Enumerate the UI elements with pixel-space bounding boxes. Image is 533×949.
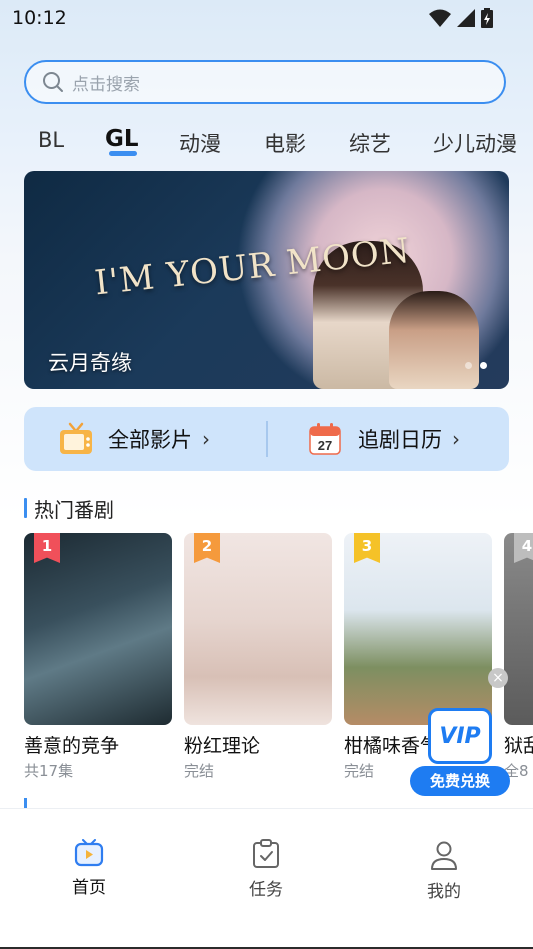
drama-poster: 2 xyxy=(184,533,332,725)
rank-badge: 4 xyxy=(514,533,533,563)
tab-bl[interactable]: BL xyxy=(38,128,64,152)
status-bar: 10:12 xyxy=(0,0,533,36)
shortcut-bar: 全部影片 › 27 追剧日历 › xyxy=(24,407,509,471)
nav-profile[interactable]: 我的 xyxy=(394,839,494,902)
section-title-hot: 热门番剧 xyxy=(24,494,114,522)
drama-card[interactable]: 2 粉红理论 完结 xyxy=(184,533,332,781)
tab-active-indicator xyxy=(109,151,137,156)
vip-exchange-widget[interactable]: × VIP 免费兑换 xyxy=(410,668,510,796)
chevron-right-icon: › xyxy=(202,427,210,451)
nav-profile-label: 我的 xyxy=(427,882,461,902)
drama-poster: 3 xyxy=(344,533,492,725)
banner-figure xyxy=(389,291,479,389)
home-tv-icon xyxy=(74,839,104,867)
drama-poster: 4 xyxy=(504,533,533,725)
carousel-indicator xyxy=(465,362,487,369)
nav-home-label: 首页 xyxy=(72,878,106,898)
calendar-day: 27 xyxy=(318,438,332,453)
drama-episodes: 完结 xyxy=(184,762,215,780)
close-icon[interactable]: × xyxy=(488,668,508,688)
status-time: 10:12 xyxy=(12,7,67,29)
drama-card[interactable]: 1 善意的竞争 共17集 xyxy=(24,533,172,781)
nav-tasks[interactable]: 任务 xyxy=(216,839,316,900)
tab-variety[interactable]: 综艺 xyxy=(349,128,391,158)
signal-icon xyxy=(457,9,475,27)
user-icon xyxy=(431,841,457,870)
next-section-title xyxy=(24,798,124,808)
drama-calendar-label: 追剧日历 xyxy=(358,428,442,452)
section-title-text: 热门番剧 xyxy=(34,497,114,522)
banner-title: 云月奇缘 xyxy=(48,351,132,375)
vip-badge: VIP xyxy=(428,708,492,764)
rank-badge: 2 xyxy=(194,533,220,563)
drama-poster: 1 xyxy=(24,533,172,725)
tab-kids-anime[interactable]: 少儿动漫 xyxy=(433,128,517,158)
rank-badge: 3 xyxy=(354,533,380,563)
carousel-dot xyxy=(465,362,472,369)
rank-badge: 1 xyxy=(34,533,60,563)
calendar-icon: 27 xyxy=(309,423,341,455)
tv-icon xyxy=(60,422,92,454)
tab-gl-label: GL xyxy=(105,126,139,152)
status-icons xyxy=(429,8,493,28)
nav-tasks-label: 任务 xyxy=(249,880,283,900)
drama-episodes: 共17集 xyxy=(24,762,74,780)
tab-anime[interactable]: 动漫 xyxy=(179,128,221,158)
chevron-right-icon: › xyxy=(452,427,460,451)
banner-carousel[interactable]: I'M YOUR MOON 云月奇缘 xyxy=(24,171,509,389)
section-marker xyxy=(24,498,27,518)
nav-home[interactable]: 首页 xyxy=(39,839,139,898)
search-input[interactable]: 点击搜索 xyxy=(24,60,506,104)
drama-calendar-button[interactable]: 27 追剧日历 › xyxy=(308,407,460,471)
category-tabs: BL GL 动漫 电影 综艺 少儿动漫 xyxy=(0,124,533,160)
wifi-icon xyxy=(429,9,451,27)
drama-title: 善意的竞争 xyxy=(24,735,120,757)
tab-movies[interactable]: 电影 xyxy=(264,128,306,158)
divider xyxy=(266,421,268,457)
all-films-button[interactable]: 全部影片 › xyxy=(58,407,210,471)
all-films-label: 全部影片 xyxy=(108,428,192,452)
carousel-dot-active xyxy=(480,362,487,369)
battery-icon xyxy=(481,8,493,28)
bottom-nav: 首页 任务 我的 xyxy=(0,808,533,949)
section-marker xyxy=(24,798,27,808)
vip-exchange-button[interactable]: 免费兑换 xyxy=(410,766,510,796)
tab-gl[interactable]: GL xyxy=(105,126,139,156)
search-icon xyxy=(43,72,63,92)
task-clipboard-icon xyxy=(253,839,279,868)
search-placeholder: 点击搜索 xyxy=(72,74,140,95)
drama-title: 粉红理论 xyxy=(184,735,261,757)
